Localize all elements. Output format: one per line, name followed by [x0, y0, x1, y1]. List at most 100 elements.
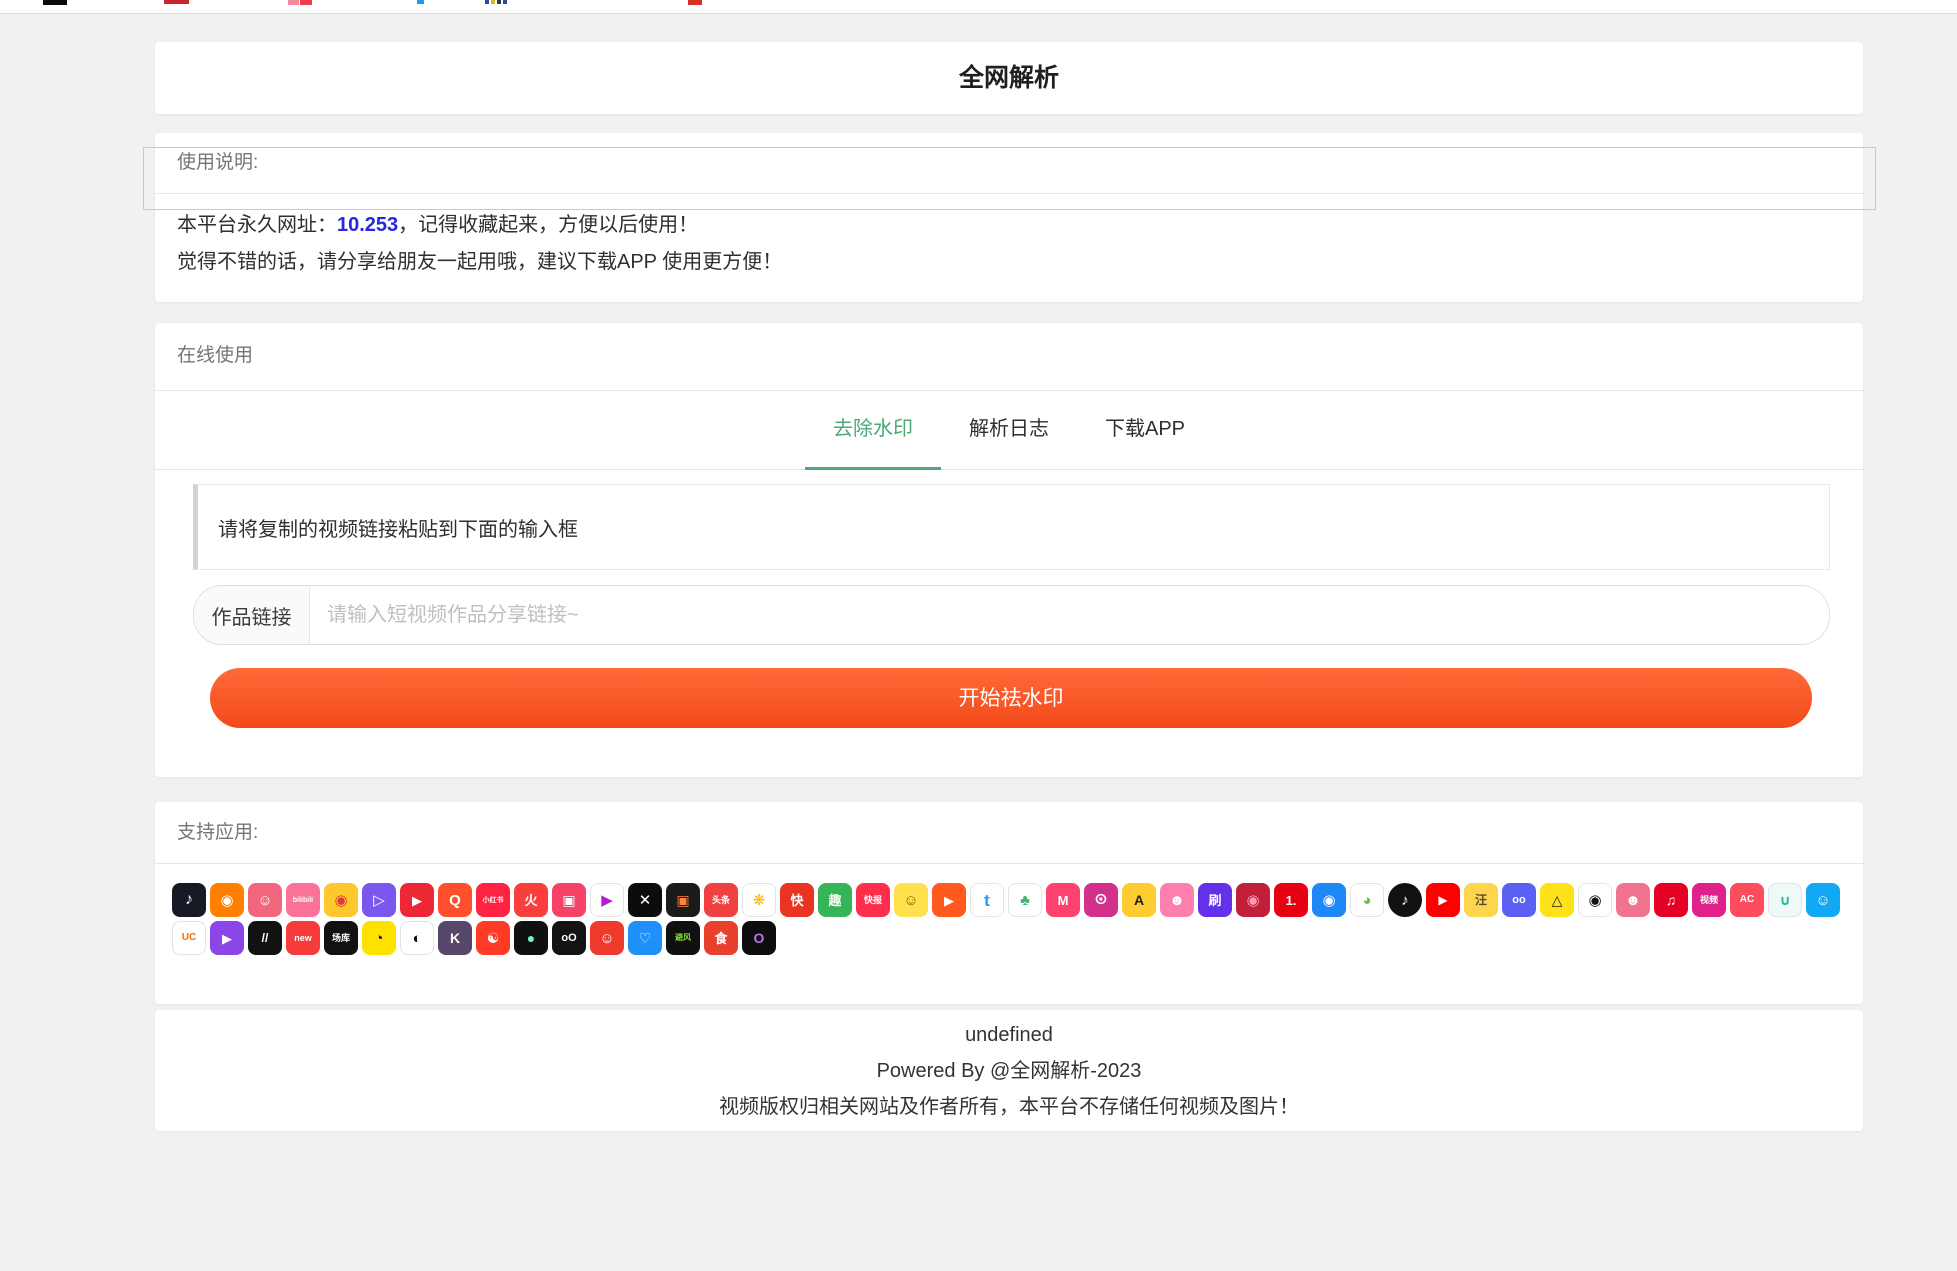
tiantian-kuaibao-icon: 快报 — [856, 883, 890, 917]
meitu-icon: M — [1046, 883, 1080, 917]
kuaishou-icon: ◉ — [210, 883, 244, 917]
yidian-zixun-icon: 1. — [1274, 883, 1308, 917]
instructions-card: 使用说明: 本平台永久网址：10.253，记得收藏起来，方便以后使用！ 觉得不错… — [155, 133, 1863, 302]
instagram-icon: ⊙ — [1084, 883, 1118, 917]
favicon-fragment-blue — [417, 0, 424, 4]
weishi-icon: ▣ — [552, 883, 586, 917]
favicon-fragment-crimson — [300, 0, 312, 5]
footer-powered-by: Powered By @全网解析-2023 — [155, 1053, 1863, 1089]
favicon-fragment-dot1 — [485, 0, 489, 4]
duxiaoshi-icon: oo — [1502, 883, 1536, 917]
weibo-video-icon: ◉ — [1236, 883, 1270, 917]
favicon-fragment-dot3 — [497, 0, 501, 4]
supported-apps-icon-grid: ♪◉☺bilibili◉▷▶Q小红书火▣▶✕▣头条❋快趣快报☺▶t♣M⊙A☻刷◉… — [172, 883, 1846, 955]
shi-recipe-icon: 食 — [704, 921, 738, 955]
weibo-icon: ◉ — [324, 883, 358, 917]
footer-card: undefined Powered By @全网解析-2023 视频版权归相关网… — [155, 1010, 1863, 1131]
page-title: 全网解析 — [155, 42, 1863, 114]
browser-favicon-strip — [0, 0, 1957, 14]
kuai-video-icon: 快 — [780, 883, 814, 917]
supported-apps-header: 支持应用: — [177, 802, 258, 863]
favicon-fragment-red — [164, 0, 189, 4]
footer-undefined-text: undefined — [155, 1010, 1863, 1053]
dongchedi-icon: A — [1122, 883, 1156, 917]
favicon-fragment-black — [43, 0, 67, 5]
o-ring-app-icon: O — [742, 921, 776, 955]
footer-copyright: 视频版权归相关网站及作者所有，本平台不存储任何视频及图片！ — [155, 1089, 1863, 1125]
permanent-url-link[interactable]: 10.253 — [337, 214, 398, 236]
music-note-app-icon: ♪ — [1388, 883, 1422, 917]
k-app-icon: K — [438, 921, 472, 955]
hongguo-video-icon: ▶ — [400, 883, 434, 917]
chick-app-icon: ☺ — [894, 883, 928, 917]
kuaikan-video-icon: ▷ — [362, 883, 396, 917]
teal-circle-app-icon: ● — [514, 921, 548, 955]
heart-app-icon: ♡ — [628, 921, 662, 955]
ghost-app-icon: ☺ — [1806, 883, 1840, 917]
favicon-fragment-red2 — [688, 0, 702, 5]
online-use-header: 在线使用 — [177, 323, 253, 389]
qutoutiao-icon: 趣 — [818, 883, 852, 917]
shuabao-icon: 刷 — [1198, 883, 1232, 917]
start-remove-watermark-button[interactable]: 开始祛水印 — [210, 668, 1812, 728]
pipi-gaoxiao-icon: ☻ — [1616, 883, 1650, 917]
shipin-app-icon: 视频 — [1692, 883, 1726, 917]
online-use-card: 在线使用 去除水印 解析日志 下载APP 请将复制的视频链接粘贴到下面的输入框 … — [155, 323, 1863, 777]
favicon-fragment-dot2 — [491, 0, 495, 4]
paste-tip-box: 请将复制的视频链接粘贴到下面的输入框 — [193, 484, 1830, 570]
tab-parse-log[interactable]: 解析日志 — [941, 390, 1077, 469]
suike-video-icon: ▶ — [590, 883, 624, 917]
youtube-icon: ▶ — [1426, 883, 1460, 917]
tencent-kandian-icon: ❋ — [742, 883, 776, 917]
xigua-video-icon: Q — [438, 883, 472, 917]
tabs-row: 去除水印 解析日志 下载APP — [155, 390, 1863, 470]
huoshan-video-icon: 火 — [514, 883, 548, 917]
quduopai-icon: ◉ — [1312, 883, 1346, 917]
tab-download-app[interactable]: 下载APP — [1077, 390, 1213, 469]
instructions-header: 使用说明: — [177, 133, 258, 193]
instructions-body: 本平台永久网址：10.253，记得收藏起来，方便以后使用！ 觉得不错的话，请分享… — [177, 207, 1841, 281]
bilibili-icon: bilibili — [286, 883, 320, 917]
changku-icon: 场库 — [324, 921, 358, 955]
instructions-line1: 本平台永久网址：10.253，记得收藏起来，方便以后使用！ — [177, 207, 1841, 244]
teal-bowl-app-icon: ∪ — [1768, 883, 1802, 917]
pipixia-icon: ☺ — [248, 883, 282, 917]
kaipai-icon: ▣ — [666, 883, 700, 917]
xiaohongshu-icon: 小红书 — [476, 883, 510, 917]
stopwatch-app-icon: ◔ — [362, 921, 396, 955]
lvzhou-icon: ♣ — [1008, 883, 1042, 917]
divider — [155, 193, 1863, 194]
bifeng-icon: 避风 — [666, 921, 700, 955]
supported-apps-card: 支持应用: ♪◉☺bilibili◉▷▶Q小红书火▣▶✕▣头条❋快趣快报☺▶t♣… — [155, 802, 1863, 1004]
husky-app-icon: 汪 — [1464, 883, 1498, 917]
camera-half-app-icon: ◐ — [400, 921, 434, 955]
kaiyan-eye-icon: ◉ — [1578, 883, 1612, 917]
twitter-icon: t — [970, 883, 1004, 917]
tab-remove-watermark[interactable]: 去除水印 — [805, 390, 941, 469]
title-card: 全网解析 — [155, 42, 1863, 114]
googly-eyes-app-icon: oO — [552, 921, 586, 955]
swirl-ball-app-icon: ☯ — [476, 921, 510, 955]
favicon-fragment-dot4 — [503, 0, 507, 4]
page: 全网解析 使用说明: 本平台永久网址：10.253，记得收藏起来，方便以后使用！… — [0, 0, 1957, 1271]
netease-music-icon: ♫ — [1654, 883, 1688, 917]
aikan-video-icon: ◕ — [1350, 883, 1384, 917]
new-app-icon: new — [286, 921, 320, 955]
zuiyou-icon: ☻ — [1160, 883, 1194, 917]
haokan-video-icon: ▶ — [932, 883, 966, 917]
link-input-row: 作品链接 — [193, 585, 1830, 645]
li-video-icon: △ — [1540, 883, 1574, 917]
link-input-label: 作品链接 — [194, 586, 310, 644]
pipi-monkey-icon: ☺ — [590, 921, 624, 955]
uc-browser-icon: UC — [172, 921, 206, 955]
outline-box — [143, 147, 1876, 210]
toutiao-icon: 头条 — [704, 883, 738, 917]
video-link-input[interactable] — [310, 586, 1829, 644]
acfun-icon: AC — [1730, 883, 1764, 917]
paste-tip-text: 请将复制的视频链接粘贴到下面的输入框 — [218, 513, 578, 542]
purple-play-app-icon: ▶ — [210, 921, 244, 955]
jianying-capcut-icon: ✕ — [628, 883, 662, 917]
divider — [155, 863, 1863, 864]
instructions-line2: 觉得不错的话，请分享给朋友一起用哦，建议下载APP 使用更方便！ — [177, 244, 1841, 281]
favicon-fragment-pink — [288, 0, 299, 5]
